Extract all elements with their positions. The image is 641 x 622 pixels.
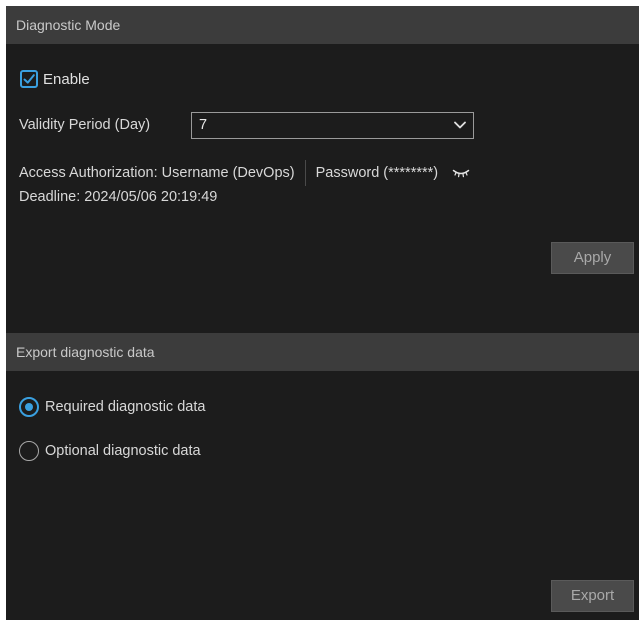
check-icon bbox=[23, 74, 35, 84]
validity-period-label: Validity Period (Day) bbox=[19, 117, 151, 133]
export-button[interactable]: Export bbox=[551, 580, 634, 612]
validity-period-select[interactable]: 7 bbox=[191, 112, 474, 139]
radio-label: Optional diagnostic data bbox=[45, 443, 201, 459]
password-text: Password (********) bbox=[315, 165, 439, 181]
radio-button[interactable] bbox=[19, 441, 39, 461]
radio-button-selected[interactable] bbox=[19, 397, 39, 417]
enable-label: Enable bbox=[43, 70, 90, 88]
enable-checkbox[interactable] bbox=[20, 70, 38, 88]
enable-checkbox-row[interactable]: Enable bbox=[20, 68, 90, 90]
diagnostic-mode-header: Diagnostic Mode bbox=[6, 6, 639, 44]
eye-closed-icon[interactable] bbox=[452, 168, 470, 178]
deadline-text: Deadline: 2024/05/06 20:19:49 bbox=[19, 189, 218, 205]
export-diagnostic-header: Export diagnostic data bbox=[6, 333, 639, 371]
divider bbox=[304, 160, 306, 186]
access-authorization-row: Access Authorization: Username (DevOps) … bbox=[19, 160, 470, 186]
access-authorization-text: Access Authorization: Username (DevOps) bbox=[19, 165, 295, 181]
radio-required-diagnostic[interactable]: Required diagnostic data bbox=[19, 396, 205, 418]
radio-optional-diagnostic[interactable]: Optional diagnostic data bbox=[19, 440, 201, 462]
radio-label: Required diagnostic data bbox=[45, 399, 206, 415]
chevron-down-icon bbox=[454, 121, 466, 129]
apply-button[interactable]: Apply bbox=[551, 242, 634, 274]
validity-period-value: 7 bbox=[199, 117, 208, 133]
diagnostic-panel: Diagnostic Mode Enable Validity Period (… bbox=[6, 6, 639, 620]
